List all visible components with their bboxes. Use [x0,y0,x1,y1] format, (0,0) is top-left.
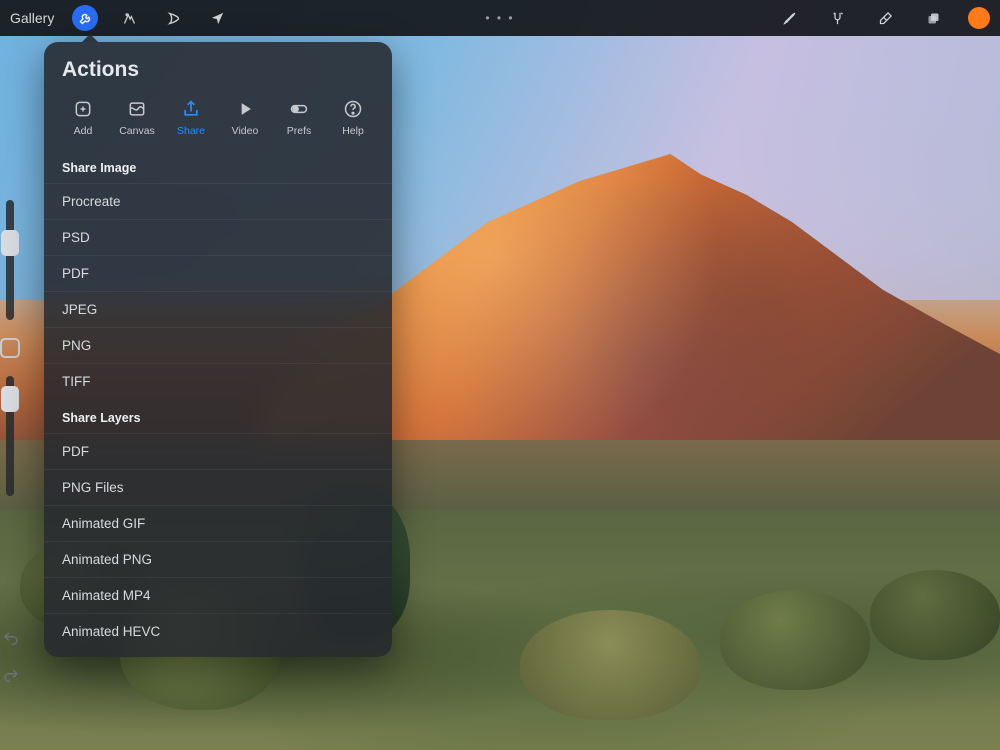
tab-label: Prefs [287,125,312,137]
actions-tool-icon[interactable] [72,5,98,31]
actions-tab-canvas[interactable]: Canvas [112,96,162,139]
share-icon [179,98,203,120]
share-layers-pdf[interactable]: PDF [44,433,392,469]
tab-label: Help [342,125,364,137]
gallery-button[interactable]: Gallery [10,10,54,26]
share-layers-animated-png[interactable]: Animated PNG [44,541,392,577]
share-layers-animated-gif[interactable]: Animated GIF [44,505,392,541]
share-option-pdf[interactable]: PDF [44,255,392,291]
adjustments-tool-icon[interactable] [116,5,142,31]
undo-redo-group [2,630,20,690]
share-option-jpeg[interactable]: JPEG [44,291,392,327]
share-image-header: Share Image [44,149,392,183]
tab-label: Add [74,125,93,137]
actions-tab-prefs[interactable]: Prefs [274,96,324,139]
eraser-tool-icon[interactable] [872,5,898,31]
add-icon [71,98,95,120]
tab-label: Video [232,125,259,137]
color-swatch[interactable] [968,7,990,29]
actions-title: Actions [44,42,392,94]
brush-tool-icon[interactable] [776,5,802,31]
modify-button[interactable] [0,338,20,358]
actions-tab-row: Add Canvas Share Video Prefs [44,94,392,149]
top-toolbar: Gallery • • • [0,0,1000,36]
canvas-icon [125,98,149,120]
prefs-icon [287,98,311,120]
actions-tab-video[interactable]: Video [220,96,270,139]
selection-tool-icon[interactable] [160,5,186,31]
modify-menu-dots[interactable]: • • • [485,11,514,25]
actions-tab-add[interactable]: Add [58,96,108,139]
transform-tool-icon[interactable] [204,5,230,31]
help-icon [341,98,365,120]
share-option-procreate[interactable]: Procreate [44,183,392,219]
share-option-png[interactable]: PNG [44,327,392,363]
smudge-tool-icon[interactable] [824,5,850,31]
brush-opacity-thumb[interactable] [1,386,19,412]
share-layers-png-files[interactable]: PNG Files [44,469,392,505]
share-layers-header: Share Layers [44,399,392,433]
tab-label: Share [177,125,205,137]
video-icon [233,98,257,120]
share-option-tiff[interactable]: TIFF [44,363,392,399]
layers-tool-icon[interactable] [920,5,946,31]
side-slider-rail [0,200,20,540]
actions-tab-share[interactable]: Share [166,96,216,139]
brush-opacity-slider[interactable] [6,376,14,496]
tab-label: Canvas [119,125,155,137]
actions-tab-help[interactable]: Help [328,96,378,139]
share-layers-animated-hevc[interactable]: Animated HEVC [44,613,392,649]
share-option-psd[interactable]: PSD [44,219,392,255]
share-layers-animated-mp4[interactable]: Animated MP4 [44,577,392,613]
undo-icon[interactable] [2,630,20,653]
brush-size-thumb[interactable] [1,230,19,256]
actions-popover: Actions Add Canvas Share Video [44,42,392,657]
redo-icon[interactable] [2,667,20,690]
brush-size-slider[interactable] [6,200,14,320]
